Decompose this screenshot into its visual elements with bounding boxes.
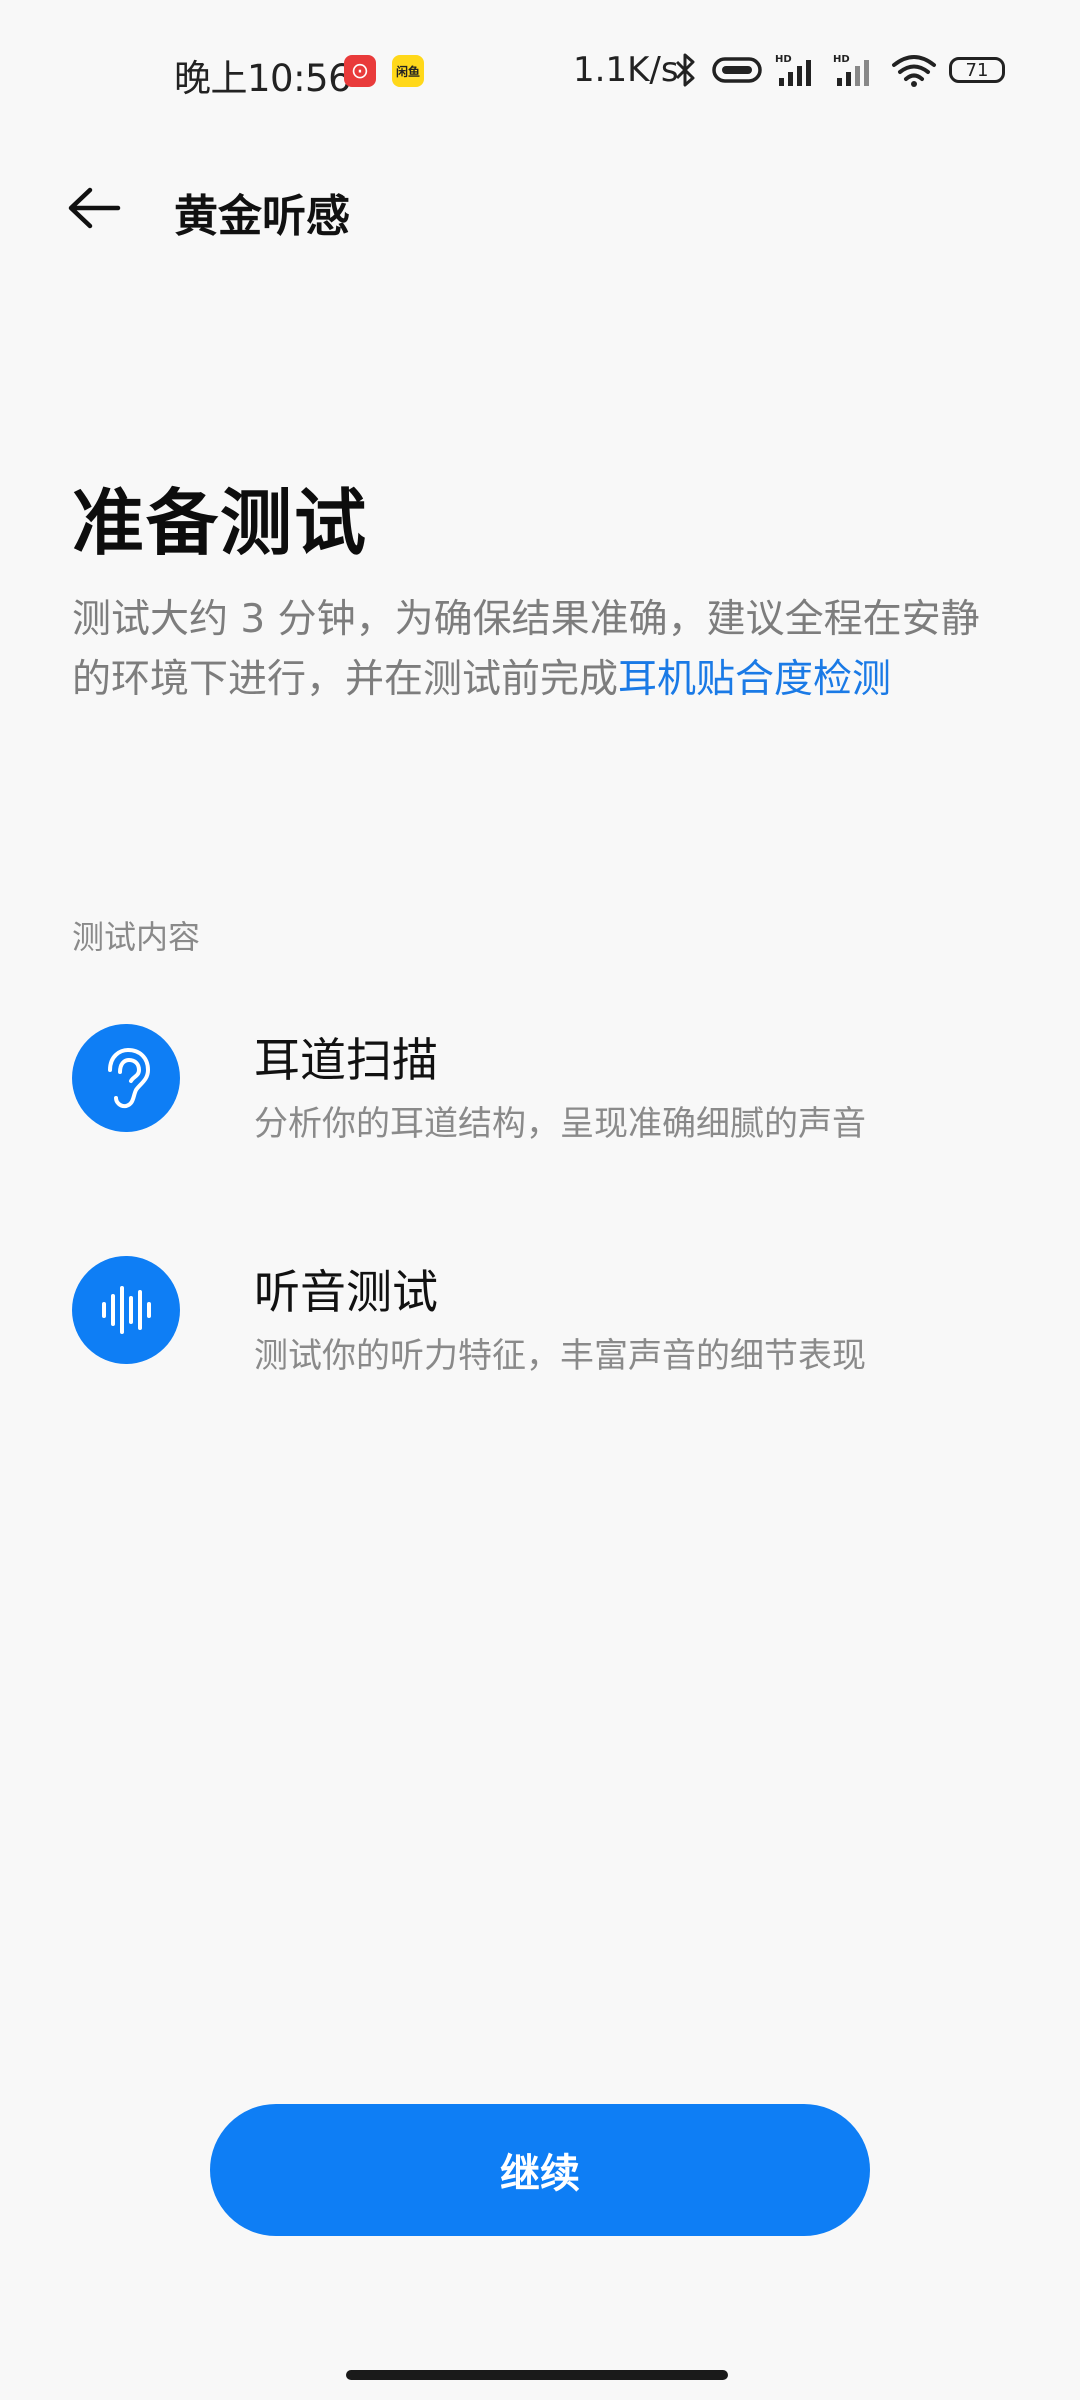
item-title: 耳道扫描: [254, 1033, 438, 1087]
home-indicator[interactable]: [346, 2370, 728, 2380]
continue-button[interactable]: 继续: [210, 2104, 870, 2236]
wifi-icon: [892, 55, 936, 87]
ear-icon: [72, 1024, 180, 1132]
xianyu-app-icon: 闲鱼: [392, 55, 424, 87]
list-item-ear-canal-scan: 耳道扫描 分析你的耳道结构，呈现准确细腻的声音: [72, 1024, 1012, 1144]
status-bar: 晚上10:56 ⊙ 闲鱼 1.1K/s HD HD 71: [0, 0, 1080, 140]
bluetooth-icon: [675, 53, 695, 87]
page-title: 黄金听感: [174, 191, 350, 242]
item-description: 分析你的耳道结构，呈现准确细腻的声音: [254, 1104, 866, 1144]
svg-text:HD: HD: [833, 54, 850, 65]
signal-hd-1-icon: HD: [775, 54, 811, 86]
item-title: 听音测试: [254, 1265, 438, 1319]
signal-hd-2-icon: HD: [833, 54, 869, 86]
waveform-icon: [72, 1256, 180, 1364]
status-icons: HD HD 71: [673, 50, 1005, 90]
network-speed: 1.1K/s: [573, 50, 679, 90]
status-time: 晚上10:56: [174, 57, 352, 100]
section-heading: 准备测试: [72, 481, 369, 565]
battery-level: 71: [965, 59, 989, 81]
netease-music-icon: ⊙: [344, 55, 376, 87]
back-button[interactable]: [64, 182, 124, 234]
earphone-fit-test-link[interactable]: 耳机贴合度检测: [618, 657, 891, 702]
app-bar: 黄金听感: [0, 168, 1080, 248]
test-content-label: 测试内容: [72, 918, 201, 956]
svg-text:HD: HD: [775, 54, 792, 65]
battery-icon: 71: [949, 57, 1005, 83]
test-description: 测试大约 3 分钟，为确保结果准确，建议全程在安静的环境下进行，并在测试前完成耳…: [72, 590, 1012, 710]
earbuds-connected-icon: [712, 57, 762, 83]
arrow-left-icon: [68, 187, 121, 229]
list-item-listening-test: 听音测试 测试你的听力特征，丰富声音的细节表现: [72, 1256, 1012, 1376]
item-description: 测试你的听力特征，丰富声音的细节表现: [254, 1336, 866, 1376]
